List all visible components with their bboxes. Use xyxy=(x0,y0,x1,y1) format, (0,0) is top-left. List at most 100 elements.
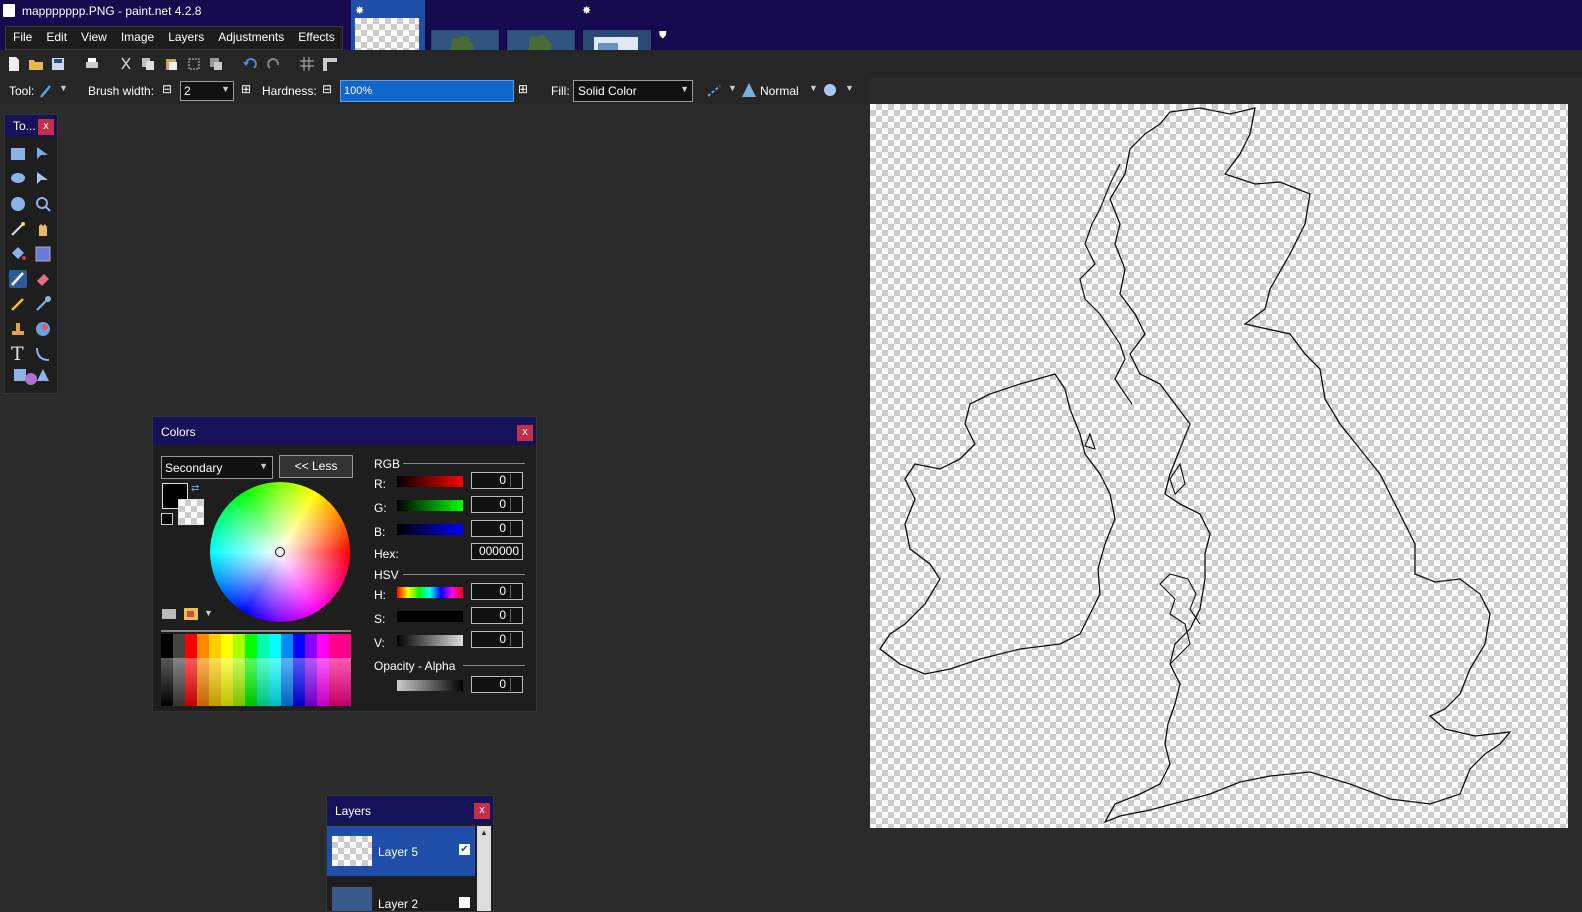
hex-input[interactable]: 000000 xyxy=(471,543,523,560)
less-button[interactable]: << Less xyxy=(279,455,353,478)
value-slider[interactable] xyxy=(397,635,463,646)
cut-icon[interactable] xyxy=(118,56,134,72)
shapes-icon[interactable] xyxy=(13,367,49,387)
menu-file[interactable]: File xyxy=(6,27,39,49)
antialiasing-dropdown-icon[interactable]: ▼ xyxy=(728,83,737,93)
text-tool-icon[interactable]: T xyxy=(11,343,24,365)
gradient-icon[interactable] xyxy=(34,245,52,263)
red-input[interactable]: 0 xyxy=(471,472,523,489)
saturation-input[interactable]: 0 xyxy=(471,607,523,624)
colors-close-button[interactable]: x xyxy=(517,425,533,441)
layers-scrollbar[interactable]: ▲ xyxy=(477,826,491,911)
rectangle-select-icon[interactable] xyxy=(9,145,27,163)
ruler-icon[interactable] xyxy=(322,56,338,72)
value-input[interactable]: 0 xyxy=(471,631,523,648)
crop-icon[interactable] xyxy=(186,56,202,72)
save-icon[interactable] xyxy=(50,56,66,72)
menu-edit[interactable]: Edit xyxy=(39,27,74,49)
paint-bucket-icon[interactable] xyxy=(9,245,27,263)
chevron-down-icon[interactable]: ▼ xyxy=(680,84,689,94)
menu-layers[interactable]: Layers xyxy=(161,27,211,49)
undo-icon[interactable] xyxy=(242,56,258,72)
menu-view[interactable]: View xyxy=(74,27,114,49)
redo-icon[interactable] xyxy=(266,56,282,72)
chevron-down-icon[interactable]: ▼ xyxy=(221,84,230,94)
copy-icon[interactable] xyxy=(140,56,156,72)
tools-close-button[interactable]: x xyxy=(38,119,54,135)
tabs-overflow-icon[interactable]: ⛊ xyxy=(659,30,667,41)
brush-width-field[interactable]: 2 ▼ xyxy=(180,81,234,101)
selection-mode-icon[interactable] xyxy=(822,82,838,98)
color-picker-icon[interactable] xyxy=(34,295,52,313)
red-slider[interactable] xyxy=(397,476,463,487)
ellipse-select-icon[interactable] xyxy=(9,195,27,213)
lasso-select-icon[interactable] xyxy=(9,170,27,188)
green-input[interactable]: 0 xyxy=(471,496,523,513)
blend-mode-icon[interactable] xyxy=(741,82,757,98)
hardness-slider[interactable]: 100% xyxy=(340,80,514,102)
menu-image[interactable]: Image xyxy=(114,27,161,49)
palette-menu-icon[interactable] xyxy=(161,607,177,621)
paintbrush-icon[interactable] xyxy=(38,83,54,99)
pan-hand-icon[interactable] xyxy=(34,220,52,238)
hue-spinner[interactable] xyxy=(510,585,521,598)
increase-hardness-icon[interactable]: ⊞ xyxy=(518,82,528,96)
paste-icon[interactable] xyxy=(163,56,179,72)
image-canvas[interactable] xyxy=(870,104,1568,828)
clone-stamp-icon[interactable] xyxy=(9,320,27,338)
blend-dropdown-icon[interactable]: ▼ xyxy=(809,83,818,93)
new-file-icon[interactable] xyxy=(6,56,22,72)
color-wheel[interactable] xyxy=(210,482,350,622)
antialiasing-icon[interactable] xyxy=(706,83,722,99)
move-selected-icon[interactable] xyxy=(34,145,52,163)
red-spinner[interactable] xyxy=(510,474,521,487)
recolor-icon[interactable] xyxy=(34,320,52,338)
blue-input[interactable]: 0 xyxy=(471,520,523,537)
blue-spinner[interactable] xyxy=(510,522,521,535)
value-spinner[interactable] xyxy=(510,633,521,646)
menu-effects[interactable]: Effects xyxy=(291,27,341,49)
eraser-icon[interactable] xyxy=(34,270,52,288)
layers-close-button[interactable]: x xyxy=(474,803,490,819)
print-icon[interactable] xyxy=(84,56,100,72)
palette-dropdown-icon[interactable]: ▼ xyxy=(204,608,213,618)
increase-brush-icon[interactable]: ⊞ xyxy=(241,82,251,96)
layer-visibility-checkbox[interactable] xyxy=(459,897,470,908)
layer-visibility-checkbox[interactable]: ✔ xyxy=(459,844,470,855)
color-palette[interactable] xyxy=(161,634,351,706)
secondary-color-swatch[interactable] xyxy=(178,499,204,525)
magic-wand-icon[interactable] xyxy=(9,220,27,238)
line-curve-icon[interactable] xyxy=(34,345,52,363)
selection-dropdown-icon[interactable]: ▼ xyxy=(845,83,854,93)
paintbrush-tool-icon[interactable] xyxy=(9,270,27,288)
color-wheel-marker[interactable] xyxy=(275,547,285,557)
open-folder-icon[interactable] xyxy=(28,56,44,72)
blue-slider[interactable] xyxy=(397,524,463,535)
decrease-hardness-icon[interactable]: ⊟ xyxy=(322,82,332,96)
deselect-icon[interactable] xyxy=(208,56,224,72)
hue-slider[interactable] xyxy=(397,587,463,598)
zoom-icon[interactable] xyxy=(34,195,52,213)
layer-row[interactable]: Layer 5 ✔ xyxy=(327,826,475,876)
alpha-slider[interactable] xyxy=(397,680,463,691)
layer-row[interactable]: Layer 2 xyxy=(327,884,475,911)
saturation-slider[interactable] xyxy=(397,611,463,622)
green-slider[interactable] xyxy=(397,500,463,511)
alpha-spinner[interactable] xyxy=(510,678,521,691)
decrease-brush-icon[interactable]: ⊟ xyxy=(162,82,172,96)
chevron-down-icon[interactable]: ▼ xyxy=(259,461,268,471)
tool-dropdown-icon[interactable]: ▼ xyxy=(59,83,68,93)
green-spinner[interactable] xyxy=(510,498,521,511)
alpha-input[interactable]: 0 xyxy=(471,676,523,693)
grid-icon[interactable] xyxy=(299,56,315,72)
scroll-up-icon[interactable]: ▲ xyxy=(480,828,488,837)
color-mode-select[interactable]: Secondary ▼ xyxy=(161,456,273,479)
move-selection-icon[interactable] xyxy=(34,170,52,188)
reset-colors-icon[interactable] xyxy=(161,513,173,525)
blend-mode-value[interactable]: Normal xyxy=(760,84,799,98)
saturation-spinner[interactable] xyxy=(510,609,521,622)
swap-colors-icon[interactable]: ⇄ xyxy=(191,483,199,494)
hue-input[interactable]: 0 xyxy=(471,583,523,600)
pencil-icon[interactable] xyxy=(9,295,27,313)
fill-select[interactable]: Solid Color ▼ xyxy=(573,80,693,102)
